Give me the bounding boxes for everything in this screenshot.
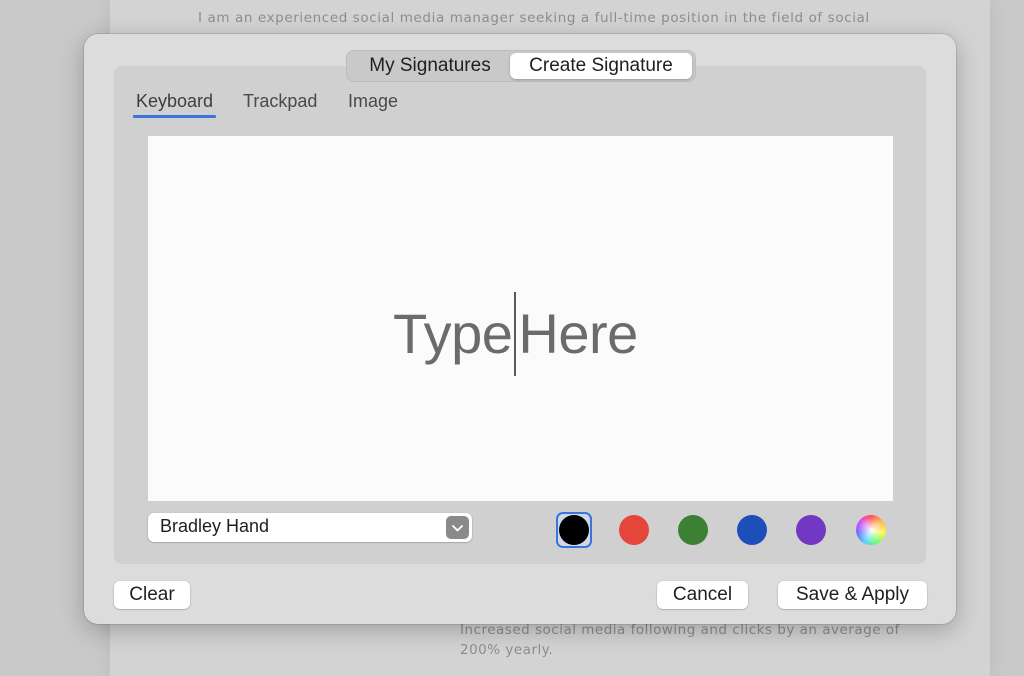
- placeholder-text-here: Here: [518, 301, 638, 365]
- tab-keyboard-label: Keyboard: [136, 91, 214, 111]
- chevron-down-icon[interactable]: [446, 516, 469, 539]
- signature-dialog: My Signatures Create Signature Keyboard …: [84, 34, 956, 624]
- signature-placeholder: Type Here: [393, 292, 638, 380]
- text-cursor: [514, 292, 517, 376]
- placeholder-text-type: Type: [393, 301, 513, 365]
- signature-canvas[interactable]: Type Here: [148, 136, 893, 501]
- signature-mode-segmented-control: My Signatures Create Signature: [346, 50, 696, 82]
- color-wheel-highlight: [856, 515, 886, 545]
- document-text: I am an experienced social media manager…: [198, 10, 870, 26]
- active-tab-indicator: [133, 115, 217, 118]
- cancel-button[interactable]: Cancel: [657, 581, 748, 609]
- tab-trackpad[interactable]: Trackpad: [243, 91, 317, 112]
- color-swatch-blue[interactable]: [737, 515, 767, 545]
- segment-create-signature[interactable]: Create Signature: [510, 53, 692, 79]
- color-swatch-black[interactable]: [559, 515, 589, 545]
- clear-button[interactable]: Clear: [114, 581, 190, 609]
- font-select-value: Bradley Hand: [160, 516, 270, 536]
- font-select[interactable]: Bradley Hand: [148, 513, 472, 542]
- color-picker-icon[interactable]: [856, 515, 886, 545]
- document-line: 200% yearly.: [460, 642, 554, 658]
- segment-my-signatures[interactable]: My Signatures: [350, 53, 510, 79]
- tab-keyboard[interactable]: Keyboard: [133, 91, 217, 118]
- document-text: Increased social media following and cli…: [460, 620, 920, 660]
- color-swatch-purple[interactable]: [796, 515, 826, 545]
- save-apply-button[interactable]: Save & Apply: [778, 581, 927, 609]
- color-swatch-red[interactable]: [619, 515, 649, 545]
- tab-image[interactable]: Image: [348, 91, 398, 112]
- color-swatch-green[interactable]: [678, 515, 708, 545]
